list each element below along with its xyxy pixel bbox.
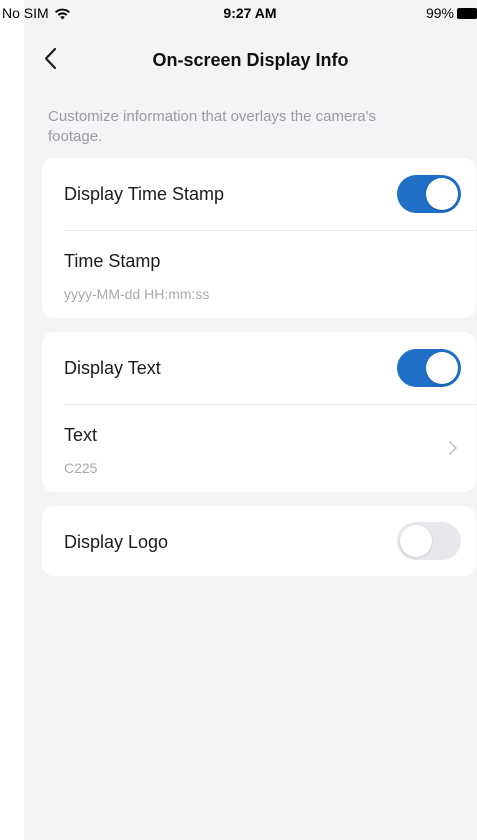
time-stamp-format: yyyy-MM-dd HH:mm:ss xyxy=(64,286,210,302)
battery-icon xyxy=(457,7,477,19)
page-title: On-screen Display Info xyxy=(152,50,349,70)
logo-card: Display Logo xyxy=(42,506,476,576)
status-right: 99% xyxy=(426,5,477,21)
nav-bar: On-screen Display Info xyxy=(24,30,477,90)
text-card: Display Text Text C225 xyxy=(42,332,476,492)
timestamp-card: Display Time Stamp Time Stamp yyyy-MM-dd… xyxy=(42,158,476,318)
display-logo-toggle[interactable] xyxy=(397,522,461,560)
time-stamp-row[interactable]: Time Stamp yyyy-MM-dd HH:mm:ss xyxy=(42,231,476,318)
battery-percent: 99% xyxy=(425,5,454,21)
display-logo-row: Display Logo xyxy=(42,506,476,576)
chevron-right-icon xyxy=(449,441,457,455)
section-description: Customize information that overlays the … xyxy=(48,108,377,145)
display-text-row: Display Text xyxy=(42,332,476,404)
text-value: C225 xyxy=(64,460,98,476)
display-time-stamp-row: Display Time Stamp xyxy=(42,158,476,230)
toggle-knob xyxy=(426,352,458,384)
display-time-stamp-label: Display Time Stamp xyxy=(64,184,225,204)
text-label: Text xyxy=(64,425,98,445)
display-text-label: Display Text xyxy=(64,358,161,378)
display-logo-label: Display Logo xyxy=(64,532,169,552)
time-stamp-label: Time Stamp xyxy=(64,251,161,271)
status-time: 9:27 AM xyxy=(223,5,277,21)
text-row[interactable]: Text C225 xyxy=(42,405,476,492)
display-text-toggle[interactable] xyxy=(397,349,461,387)
status-bar: No SIM 9:27 AM 99% xyxy=(0,0,477,28)
toggle-knob xyxy=(400,525,432,557)
display-time-stamp-toggle[interactable] xyxy=(397,175,461,213)
toggle-knob xyxy=(426,178,458,210)
